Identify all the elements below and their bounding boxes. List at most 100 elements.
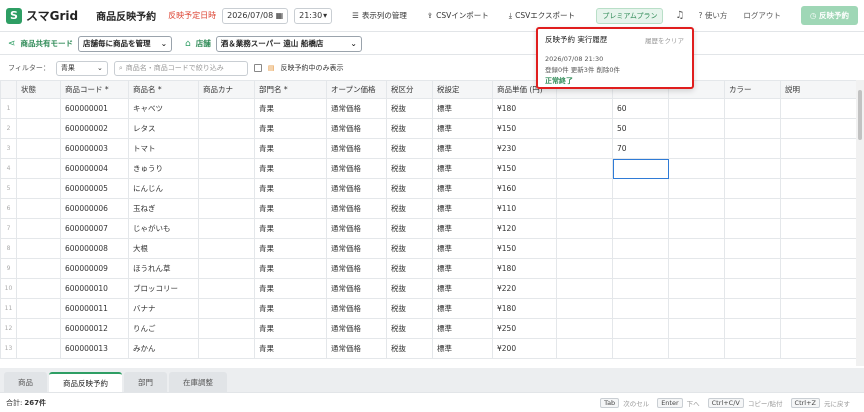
sheet-tab[interactable]: 在庫調整 (169, 372, 227, 392)
schedule-time-select[interactable]: 21:30 ▾ (294, 7, 333, 24)
table-cell[interactable] (612, 158, 669, 179)
table-cell[interactable] (556, 218, 613, 239)
table-cell[interactable]: 600000004 (60, 158, 129, 179)
column-header[interactable]: 税区分 (386, 80, 433, 99)
table-cell[interactable] (198, 98, 255, 119)
table-cell[interactable]: 税抜 (386, 338, 433, 359)
table-cell[interactable]: 税抜 (386, 138, 433, 159)
table-cell[interactable]: レタス (128, 118, 199, 139)
table-cell[interactable] (198, 318, 255, 339)
table-cell[interactable] (612, 198, 669, 219)
table-cell[interactable]: 標準 (432, 278, 493, 299)
table-cell[interactable]: 税抜 (386, 298, 433, 319)
table-cell[interactable] (556, 198, 613, 219)
table-cell[interactable]: ¥110 (492, 198, 557, 219)
table-cell[interactable]: 600000009 (60, 258, 129, 279)
table-cell[interactable]: 600000007 (60, 218, 129, 239)
search-input[interactable]: ⌕ 商品名・商品コードで絞り込み (113, 60, 248, 76)
table-cell[interactable]: 50 (612, 118, 669, 139)
table-cell[interactable]: 青果 (254, 198, 327, 219)
table-cell[interactable]: 標準 (432, 318, 493, 339)
table-cell[interactable] (612, 258, 669, 279)
table-cell[interactable] (16, 158, 61, 179)
table-cell[interactable]: ブロッコリー (128, 278, 199, 299)
table-cell[interactable]: 通常価格 (326, 258, 387, 279)
table-cell[interactable]: 青果 (254, 238, 327, 259)
table-cell[interactable] (556, 178, 613, 199)
table-cell[interactable] (16, 238, 61, 259)
table-cell[interactable]: 標準 (432, 298, 493, 319)
table-cell[interactable] (668, 138, 725, 159)
table-cell[interactable] (724, 338, 781, 359)
table-cell[interactable]: ¥160 (492, 178, 557, 199)
column-header[interactable]: 部門名 * (254, 80, 327, 99)
table-cell[interactable]: 600000005 (60, 178, 129, 199)
table-cell[interactable]: ¥180 (492, 298, 557, 319)
table-cell[interactable]: 600000012 (60, 318, 129, 339)
table-cell[interactable]: 600000006 (60, 198, 129, 219)
reserved-only-checkbox[interactable] (253, 64, 262, 72)
table-cell[interactable] (668, 298, 725, 319)
table-cell[interactable]: ¥230 (492, 138, 557, 159)
table-cell[interactable]: ¥220 (492, 278, 557, 299)
scrollbar-thumb[interactable] (858, 90, 862, 140)
table-cell[interactable]: 通常価格 (326, 218, 387, 239)
column-header[interactable]: オープン価格 (326, 80, 387, 99)
csv-import-button[interactable]: ⇪ CSVインポート (427, 10, 489, 21)
table-cell[interactable]: みかん (128, 338, 199, 359)
table-cell[interactable] (724, 118, 781, 139)
table-cell[interactable] (668, 218, 725, 239)
table-cell[interactable] (16, 218, 61, 239)
table-cell[interactable] (780, 238, 856, 259)
table-cell[interactable] (612, 278, 669, 299)
table-cell[interactable] (724, 138, 781, 159)
table-cell[interactable] (612, 178, 669, 199)
table-cell[interactable] (724, 198, 781, 219)
table-cell[interactable] (16, 178, 61, 199)
logout-link[interactable]: ログアウト (743, 10, 781, 21)
table-cell[interactable]: 標準 (432, 198, 493, 219)
column-header[interactable]: 説明 (780, 80, 856, 99)
table-cell[interactable]: 大根 (128, 238, 199, 259)
table-cell[interactable]: ¥150 (492, 118, 557, 139)
premium-plan-badge[interactable]: プレミアムプラン (596, 7, 664, 24)
sheet-tab[interactable]: 商品反映予約 (49, 372, 122, 392)
column-header[interactable]: 商品コード * (60, 80, 129, 99)
bell-icon[interactable]: ♫ (675, 10, 684, 21)
table-cell[interactable] (556, 318, 613, 339)
table-cell[interactable] (724, 238, 781, 259)
app-logo[interactable]: S スマGrid (6, 7, 78, 24)
table-cell[interactable]: ¥180 (492, 258, 557, 279)
table-cell[interactable]: 税抜 (386, 258, 433, 279)
table-cell[interactable]: にんじん (128, 178, 199, 199)
table-cell[interactable] (780, 198, 856, 219)
table-cell[interactable] (780, 298, 856, 319)
table-cell[interactable] (668, 238, 725, 259)
table-cell[interactable]: 60 (612, 98, 669, 119)
table-cell[interactable] (16, 98, 61, 119)
csv-export-button[interactable]: ⤓ CSVエクスポート (509, 10, 575, 21)
table-cell[interactable]: キャベツ (128, 98, 199, 119)
table-cell[interactable]: 標準 (432, 158, 493, 179)
table-cell[interactable] (198, 278, 255, 299)
table-cell[interactable] (724, 98, 781, 119)
table-cell[interactable] (612, 218, 669, 239)
table-cell[interactable] (612, 238, 669, 259)
table-cell[interactable] (780, 258, 856, 279)
table-cell[interactable]: 600000011 (60, 298, 129, 319)
table-cell[interactable] (780, 158, 856, 179)
category-filter-select[interactable]: 青果 ⌄ (55, 60, 108, 76)
table-cell[interactable] (780, 278, 856, 299)
table-cell[interactable] (780, 98, 856, 119)
column-header[interactable]: 税設定 (432, 80, 493, 99)
table-cell[interactable] (556, 138, 613, 159)
table-cell[interactable]: 青果 (254, 118, 327, 139)
column-header[interactable]: 商品名 * (128, 80, 199, 99)
column-header[interactable]: 商品カナ (198, 80, 255, 99)
table-cell[interactable] (668, 278, 725, 299)
table-cell[interactable] (724, 298, 781, 319)
table-cell[interactable]: 税抜 (386, 98, 433, 119)
table-cell[interactable] (668, 258, 725, 279)
share-mode-select[interactable]: 店舗毎に商品を管理 ⌄ (78, 35, 173, 52)
table-cell[interactable]: りんご (128, 318, 199, 339)
